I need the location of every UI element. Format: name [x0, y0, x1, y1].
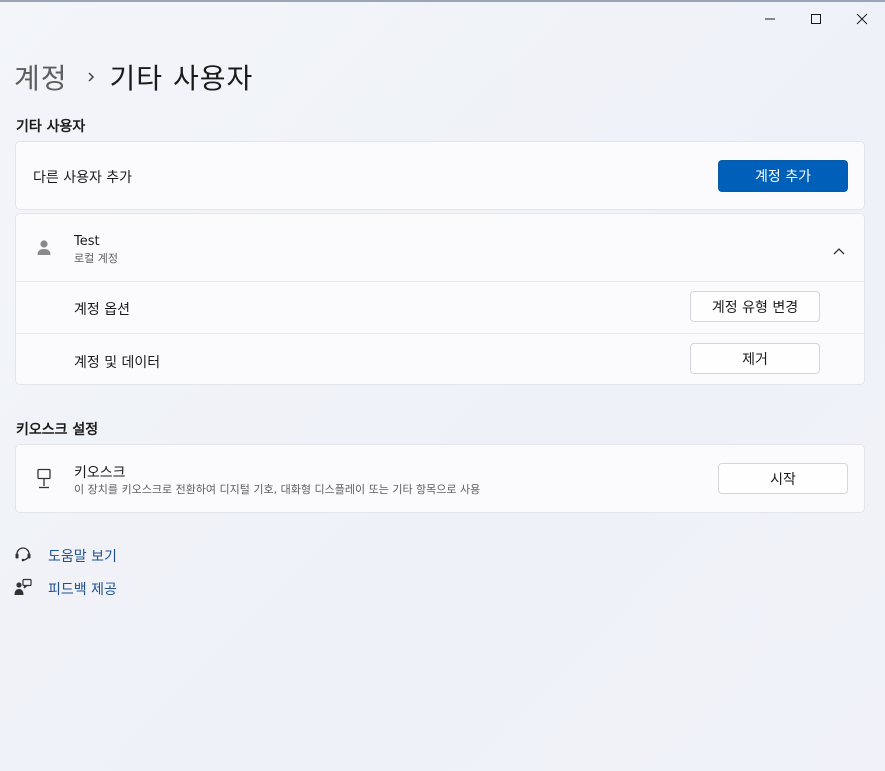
window-controls: [747, 6, 885, 32]
kiosk-description: 이 장치를 키오스크로 전환하여 디지털 기호, 대화형 디스플레이 또는 기타…: [74, 483, 481, 496]
section-title-other-users: 기타 사용자: [16, 119, 86, 135]
add-account-button[interactable]: 계정 추가: [718, 160, 848, 192]
change-account-type-button[interactable]: 계정 유형 변경: [690, 291, 820, 322]
window-top-border: [0, 0, 885, 2]
chevron-right-icon: [86, 70, 96, 84]
get-help-link[interactable]: 도움말 보기: [14, 546, 117, 566]
close-button[interactable]: [839, 6, 885, 32]
add-user-label: 다른 사용자 추가: [33, 170, 133, 186]
maximize-button[interactable]: [793, 6, 839, 32]
kiosk-icon: [35, 468, 53, 494]
get-help-text: 도움말 보기: [48, 549, 117, 565]
remove-account-button[interactable]: 제거: [690, 343, 820, 374]
user-expander-header[interactable]: Test 로컬 계정: [16, 214, 864, 281]
close-icon: [856, 13, 868, 25]
maximize-icon: [811, 14, 821, 24]
user-name: Test: [74, 234, 100, 249]
give-feedback-link[interactable]: 피드백 제공: [14, 578, 117, 600]
chevron-up-icon[interactable]: [832, 241, 846, 260]
minimize-icon: [765, 18, 775, 20]
section-title-kiosk: 키오스크 설정: [16, 422, 99, 438]
account-data-label: 계정 및 데이터: [74, 355, 161, 371]
minimize-button[interactable]: [747, 6, 793, 32]
page-title: 기타 사용자: [109, 62, 254, 95]
kiosk-title: 키오스크: [74, 465, 126, 481]
account-options-row: 계정 옵션 계정 유형 변경: [16, 282, 864, 333]
kiosk-card: 키오스크 이 장치를 키오스크로 전환하여 디지털 기호, 대화형 디스플레이 …: [15, 444, 865, 513]
breadcrumb: 계정 기타 사용자: [14, 56, 253, 98]
add-user-card: 다른 사용자 추가 계정 추가: [15, 141, 865, 210]
account-options-label: 계정 옵션: [74, 302, 130, 318]
person-icon: [36, 239, 52, 261]
feedback-icon: [14, 578, 32, 600]
account-data-row: 계정 및 데이터 제거: [16, 334, 864, 385]
breadcrumb-parent-link[interactable]: 계정: [14, 57, 68, 97]
user-card: Test 로컬 계정 계정 옵션 계정 유형 변경 계정 및 데이터 제거: [15, 213, 865, 385]
help-icon: [14, 545, 32, 567]
kiosk-start-button[interactable]: 시작: [718, 463, 848, 494]
user-account-type: 로컬 계정: [74, 252, 118, 265]
give-feedback-text: 피드백 제공: [48, 582, 117, 598]
